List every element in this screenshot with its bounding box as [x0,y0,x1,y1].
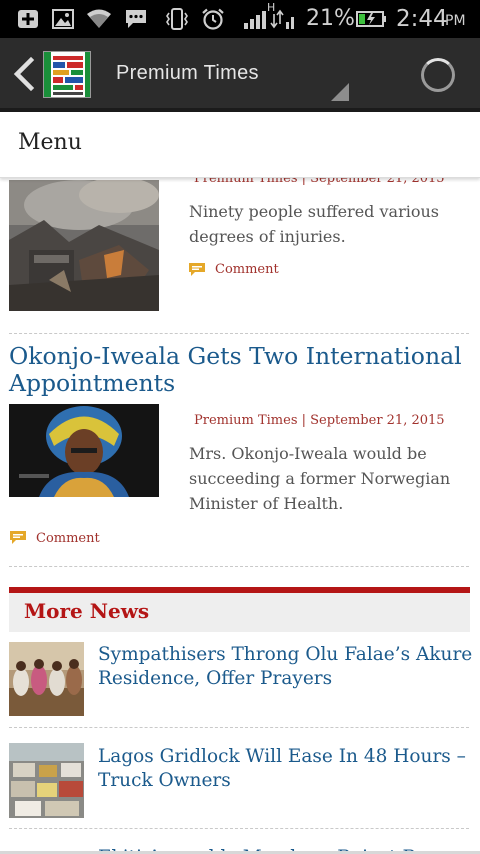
add-notification-icon [18,10,38,28]
explosion-scene-image [9,180,159,311]
article-divider [9,333,469,334]
app-logo [43,51,91,98]
back-arrow-icon[interactable] [4,54,44,94]
clock-time: 2:44 [396,6,448,32]
comment-icon[interactable] [9,530,27,545]
clock-ampm: PM [445,13,466,29]
status-bar: H 21% 2:44 PM [0,0,480,38]
article-thumbnail-okonjo[interactable] [9,404,159,497]
menu-label[interactable]: Menu [18,130,82,155]
vibrate-icon [166,8,188,30]
article-meta: Premium Times | September 21, 2015 [194,413,445,428]
gallery-icon [52,9,74,29]
wifi-icon [87,9,111,28]
title-dropdown-corner-icon[interactable] [331,83,349,101]
alarm-icon [202,8,224,30]
comment-link[interactable]: Comment [215,262,279,277]
traffic-image [9,743,84,818]
battery-charging-icon [356,11,386,27]
more-news-header: More News [9,593,470,632]
news-thumbnail[interactable] [9,743,84,818]
more-news-heading: More News [24,599,150,623]
article-headline[interactable]: Okonjo-Iweala Gets Two International App… [9,343,474,397]
signal-icon [244,9,294,29]
article-divider [9,566,469,567]
news-divider [9,727,469,728]
battery-percent: 21% [306,6,355,31]
article-thumbnail-explosion[interactable] [9,180,159,311]
news-item-title[interactable]: Sympathisers Throng Olu Falae’s Akure Re… [98,643,473,691]
portrait-image [9,404,159,497]
article-excerpt: Ninety people suffered various degrees o… [189,202,439,246]
news-thumbnail[interactable] [9,642,84,716]
loading-spinner-icon [421,58,455,92]
comment-icon[interactable] [188,262,206,277]
news-divider [9,828,469,829]
message-icon [126,10,146,28]
comment-link[interactable]: Comment [36,531,100,546]
crowd-image [9,642,84,716]
app-title: Premium Times [116,62,259,84]
action-bar: Premium Times [0,38,480,110]
article-excerpt: Mrs. Okonjo-Iweala would be succeeding a… [189,444,451,513]
premium-times-logo-icon [44,52,90,97]
news-item-title[interactable]: Lagos Gridlock Will Ease In 48 Hours – T… [98,745,473,793]
menu-bar[interactable]: Menu [0,112,480,178]
